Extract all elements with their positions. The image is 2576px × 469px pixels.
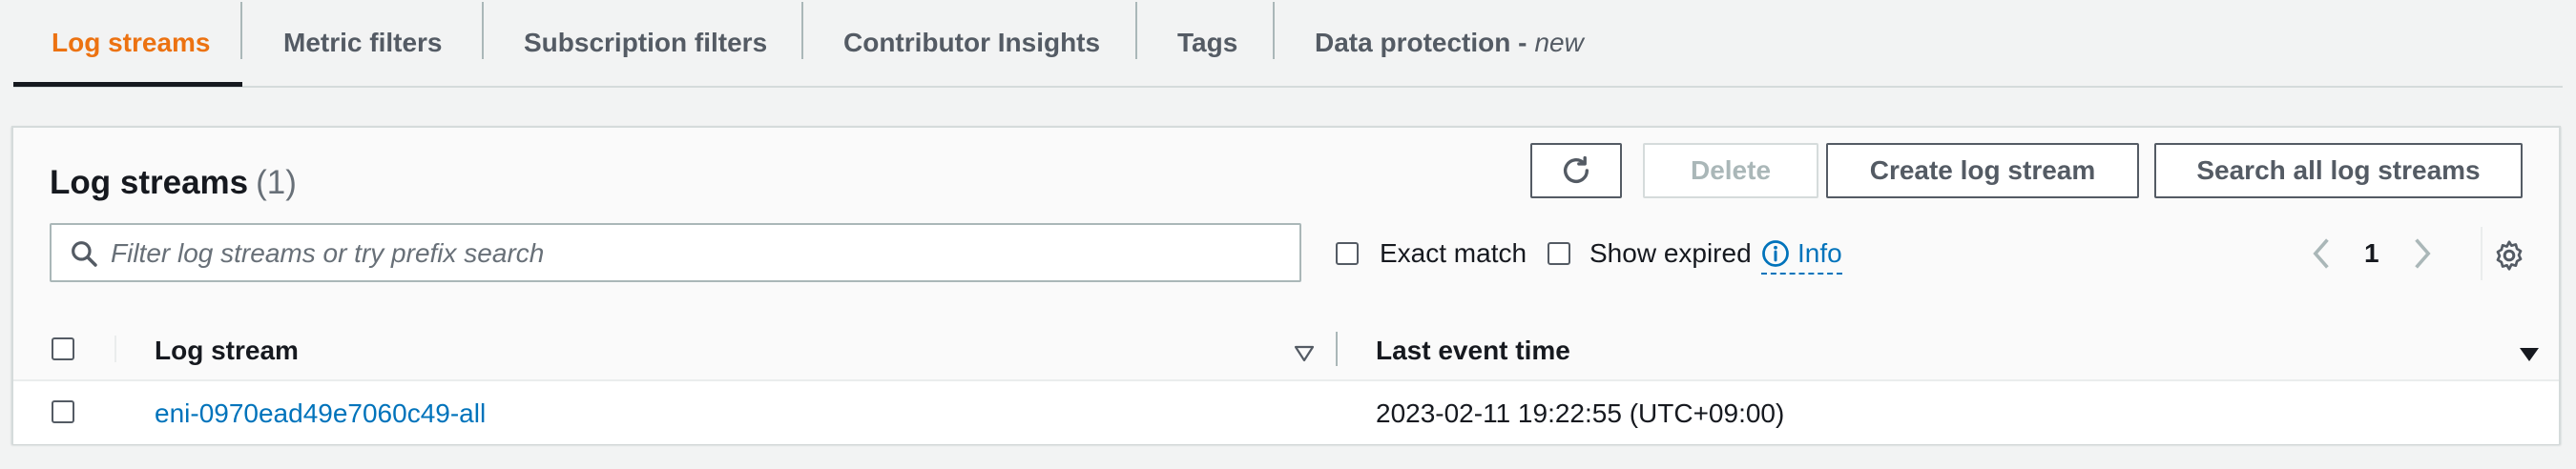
delete-button[interactable]: Delete bbox=[1643, 143, 1818, 198]
pagination-divider bbox=[2481, 227, 2483, 280]
exact-match-checkbox[interactable] bbox=[1336, 242, 1359, 265]
chevron-left-icon[interactable] bbox=[2311, 236, 2334, 271]
gear-icon[interactable] bbox=[2492, 238, 2526, 273]
tab-label: Contributor Insights bbox=[843, 28, 1101, 57]
active-tab-indicator bbox=[13, 82, 242, 87]
new-tag: new bbox=[1534, 28, 1584, 57]
log-stream-link[interactable]: eni-0970ead49e7060c49-all bbox=[155, 398, 486, 429]
chevron-right-icon[interactable] bbox=[2410, 236, 2433, 271]
pagination: 1 bbox=[2311, 234, 2433, 273]
show-expired-checkbox[interactable] bbox=[1548, 242, 1570, 265]
filter-search-input[interactable] bbox=[109, 231, 1286, 276]
tab-bar: Log streams Metric filters Subscription … bbox=[13, 0, 2563, 88]
tab-label: Metric filters bbox=[283, 28, 443, 57]
delete-button-label: Delete bbox=[1690, 155, 1772, 185]
tab-contributor-insights[interactable]: Contributor Insights bbox=[843, 0, 1100, 86]
panel-header: Log streams (1) Delete Create log stream … bbox=[13, 128, 2559, 320]
tab-divider bbox=[482, 2, 484, 59]
column-header-log-stream[interactable]: Log stream bbox=[155, 336, 299, 366]
tab-label: Subscription filters bbox=[524, 28, 768, 57]
select-all-checkbox[interactable] bbox=[52, 337, 74, 360]
create-log-stream-button[interactable]: Create log stream bbox=[1826, 143, 2139, 198]
column-header-last-event-time[interactable]: Last event time bbox=[1376, 336, 1570, 366]
tab-divider bbox=[801, 2, 803, 59]
sort-caret-outline-icon[interactable] bbox=[1294, 345, 1315, 362]
search-icon bbox=[72, 241, 97, 267]
info-icon bbox=[1762, 240, 1789, 267]
refresh-icon bbox=[1563, 155, 1589, 183]
exact-match-label: Exact match bbox=[1380, 238, 1527, 268]
search-all-log-streams-button[interactable]: Search all log streams bbox=[2154, 143, 2523, 198]
tab-label: Data protection - bbox=[1315, 28, 1527, 57]
info-link[interactable]: Info bbox=[1761, 234, 1842, 275]
panel-title: Log streams (1) bbox=[50, 164, 297, 202]
tab-label: Log streams bbox=[52, 28, 211, 57]
tab-subscription-filters[interactable]: Subscription filters bbox=[524, 0, 767, 86]
column-resize-handle[interactable] bbox=[1336, 332, 1338, 366]
search-all-label: Search all log streams bbox=[2196, 155, 2481, 185]
show-expired-label: Show expired bbox=[1589, 238, 1752, 268]
tab-divider bbox=[1273, 2, 1275, 59]
tab-tags[interactable]: Tags bbox=[1177, 0, 1237, 86]
current-page[interactable]: 1 bbox=[2364, 238, 2379, 269]
refresh-button[interactable] bbox=[1530, 143, 1622, 198]
tab-divider bbox=[240, 2, 242, 59]
table-header: Log stream Last event time bbox=[13, 318, 2559, 381]
sort-caret-filled-icon[interactable] bbox=[2519, 347, 2540, 362]
tab-metric-filters[interactable]: Metric filters bbox=[283, 0, 443, 86]
filter-search-box[interactable] bbox=[50, 223, 1301, 282]
tab-data-protection[interactable]: Data protection - new bbox=[1315, 0, 1584, 86]
row-select-checkbox[interactable] bbox=[52, 400, 74, 423]
log-streams-panel: Log streams (1) Delete Create log stream … bbox=[11, 126, 2561, 444]
create-log-stream-label: Create log stream bbox=[1869, 155, 2096, 185]
panel-title-text: Log streams bbox=[50, 164, 249, 201]
tab-divider bbox=[1135, 2, 1137, 59]
last-event-time: 2023-02-11 19:22:55 (UTC+09:00) bbox=[1376, 398, 1785, 428]
tab-log-streams[interactable]: Log streams bbox=[52, 0, 211, 86]
panel-count: (1) bbox=[256, 164, 297, 201]
tab-label: Tags bbox=[1177, 28, 1238, 57]
info-label: Info bbox=[1797, 238, 1842, 268]
column-divider bbox=[114, 336, 116, 362]
table-row: eni-0970ead49e7060c49-all 2023-02-11 19:… bbox=[13, 381, 2559, 444]
